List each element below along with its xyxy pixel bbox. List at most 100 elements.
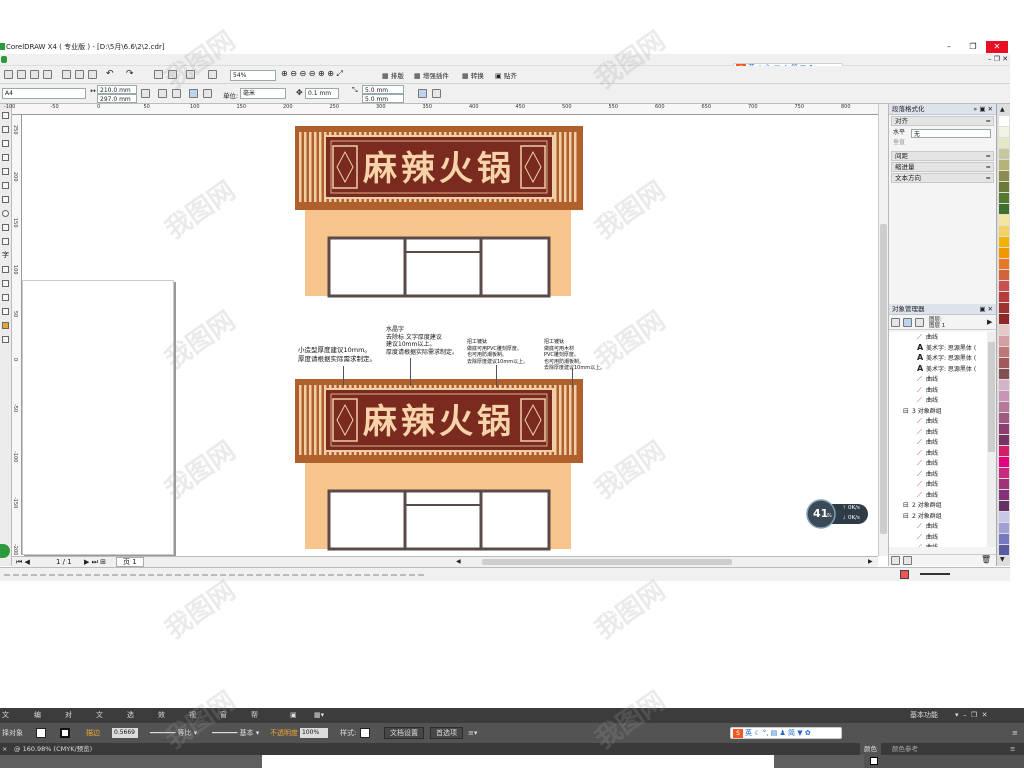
docker-close-icon[interactable]: » ▣ ✕ <box>973 104 996 114</box>
color-panel-fill-icon[interactable] <box>870 757 878 765</box>
object-tree-item[interactable]: ⟋ 曲线 <box>889 542 987 547</box>
treat-as-filled-icon[interactable] <box>418 89 427 98</box>
palette-swatch[interactable] <box>999 347 1009 357</box>
delete-layer-icon[interactable]: 🗑 <box>981 555 991 564</box>
layout-button[interactable]: ▦ 排版 <box>382 70 404 80</box>
object-tree-item[interactable]: ⟋ 曲线 <box>889 458 987 469</box>
landscape-icon[interactable] <box>172 89 181 98</box>
outline-tool-icon[interactable] <box>2 308 9 315</box>
panel-menu-icon[interactable]: ≡ <box>1010 743 1015 755</box>
palette-swatch[interactable] <box>999 490 1009 500</box>
new-icon[interactable] <box>4 70 13 79</box>
palette-swatch[interactable] <box>999 446 1009 456</box>
redo-icon[interactable]: ↷ <box>126 69 134 79</box>
palette-swatch[interactable] <box>999 325 1009 335</box>
palette-swatch[interactable] <box>999 270 1009 280</box>
palette-swatch[interactable] <box>999 336 1009 346</box>
zoom-tools-icon[interactable]: ⊕ ⊖ ⊖ ⊖ ⊕ ⊕ ⤢ <box>281 69 343 79</box>
all-pages-icon[interactable] <box>189 89 198 98</box>
text-tool-icon[interactable]: 字 <box>2 250 9 260</box>
palette-swatch[interactable] <box>999 512 1009 522</box>
rectangle-tool-icon[interactable] <box>2 196 9 203</box>
arrange-icon[interactable]: ≡▾ <box>468 723 477 743</box>
paper-size-select[interactable]: A4 <box>2 88 86 99</box>
palette-swatch[interactable] <box>999 204 1009 214</box>
palette-swatch[interactable] <box>999 226 1009 236</box>
palette-swatch[interactable] <box>999 160 1009 170</box>
object-tree-item[interactable]: ⟋ 曲线 <box>889 469 987 480</box>
document-tab[interactable]: @ 160.98% (CMYK/预览) <box>14 743 92 755</box>
close-button[interactable]: ✕ <box>986 41 1008 53</box>
smart-fill-icon[interactable] <box>2 182 9 189</box>
snap-icon[interactable] <box>432 89 441 98</box>
object-tree-item[interactable]: ⟋ 曲线 <box>889 521 987 532</box>
preferences-button[interactable]: 首选项 <box>430 727 463 739</box>
blend-tool-icon[interactable] <box>2 280 9 287</box>
opacity-field[interactable]: 100% <box>300 728 328 738</box>
pick-tool-icon[interactable] <box>2 112 9 119</box>
palette-swatch[interactable] <box>999 402 1009 412</box>
horizontal-ruler[interactable]: -100 -50 0 50 100 150 200 250 300 350 400 450 500 550… <box>4 104 990 115</box>
freehand-tool-icon[interactable] <box>2 168 9 175</box>
object-tree-item[interactable]: A 美术字: 思源黑体 ( <box>889 343 987 354</box>
obj-layer-view-icon[interactable] <box>915 318 924 327</box>
palette-swatch[interactable] <box>999 413 1009 423</box>
basic-shapes-icon[interactable] <box>2 238 9 245</box>
object-tree-item[interactable]: ⟋ 曲线 <box>889 479 987 490</box>
print-icon[interactable] <box>43 70 52 79</box>
palette-swatch[interactable] <box>999 149 1009 159</box>
new-master-layer-icon[interactable] <box>903 556 912 565</box>
illustrator-window-controls[interactable]: ▾ – ❐ ✕ <box>955 708 988 723</box>
palette-swatch[interactable] <box>999 314 1009 324</box>
object-tree-item[interactable]: ⊟ 2 对象群组 <box>889 500 987 511</box>
palette-swatch[interactable] <box>999 215 1009 225</box>
horizontal-scroll-thumb[interactable] <box>482 559 732 565</box>
arrange-docs-icon[interactable]: ▦▾ <box>314 708 324 723</box>
undo-icon[interactable]: ↶ <box>106 69 114 79</box>
doc-minimize-icon[interactable]: – ❐ ✕ <box>988 55 1008 63</box>
current-page-icon[interactable] <box>203 89 212 98</box>
object-tree-item[interactable]: ⟋ 曲线 <box>889 437 987 448</box>
palette-scroll-down-icon[interactable]: ▼ <box>1000 556 1005 563</box>
object-tree-item[interactable]: ⟋ 曲线 <box>889 385 987 396</box>
portrait-icon[interactable] <box>158 89 167 98</box>
zoom-tool-icon[interactable] <box>2 154 9 161</box>
new-layer-icon[interactable] <box>891 556 900 565</box>
export-icon[interactable] <box>168 70 177 79</box>
scroll-left-icon[interactable]: ◀ <box>456 558 461 565</box>
ime-moon-icon-2[interactable]: ☾ °, ▤ ♟ <box>754 729 786 737</box>
stroke-weight-field[interactable]: 0.5669 <box>112 728 138 738</box>
paste-icon[interactable] <box>88 70 97 79</box>
next-page-icon[interactable]: ▶ ⏭ ⊞ <box>84 557 106 567</box>
cut-icon[interactable] <box>62 70 71 79</box>
convert-button[interactable]: ▦ 转换 <box>462 70 484 80</box>
copy-icon[interactable] <box>75 70 84 79</box>
minimize-button[interactable]: – <box>938 41 960 53</box>
profile-select-1[interactable]: ━━━━━━ 等比 ▾ <box>150 723 197 743</box>
align-section[interactable]: 对齐 ≈ <box>891 116 994 126</box>
stepper-icon[interactable] <box>141 89 150 98</box>
vertical-scroll-thumb[interactable] <box>880 224 887 534</box>
snap-button[interactable]: ▣ 贴齐 <box>495 70 517 80</box>
stroke-label[interactable]: 描边 <box>86 723 100 743</box>
nudge-field[interactable]: 0.1 mm <box>305 88 339 99</box>
fill-tool-icon[interactable] <box>2 322 9 329</box>
palette-swatch[interactable] <box>999 468 1009 478</box>
crop-tool-icon[interactable] <box>2 140 9 147</box>
workspace-switcher[interactable]: 基本功能 <box>910 708 938 723</box>
scroll-right-icon[interactable]: ▶ <box>868 558 873 565</box>
object-tree-item[interactable]: ⟋ 曲线 <box>889 332 987 343</box>
stroke-swatch[interactable] <box>60 728 70 738</box>
eyedropper-tool-icon[interactable] <box>2 294 9 301</box>
obj-edit-layers-icon[interactable] <box>903 318 912 327</box>
palette-swatch[interactable] <box>999 182 1009 192</box>
palette-swatch[interactable] <box>999 237 1009 247</box>
object-tree-scrollbar[interactable] <box>987 332 996 547</box>
palette-swatch[interactable] <box>999 424 1009 434</box>
ellipse-tool-icon[interactable] <box>2 210 9 217</box>
ime-toolbar-2[interactable]: S英 ☾ °, ▤ ♟ 简 ▼ ✿ <box>730 727 842 739</box>
object-manager-close-icon[interactable]: ▣ ✕ <box>979 304 996 314</box>
palette-swatch[interactable] <box>999 292 1009 302</box>
object-tree-item[interactable]: ⊟ 3 对象群组 <box>889 406 987 417</box>
palette-swatch[interactable] <box>999 127 1009 137</box>
